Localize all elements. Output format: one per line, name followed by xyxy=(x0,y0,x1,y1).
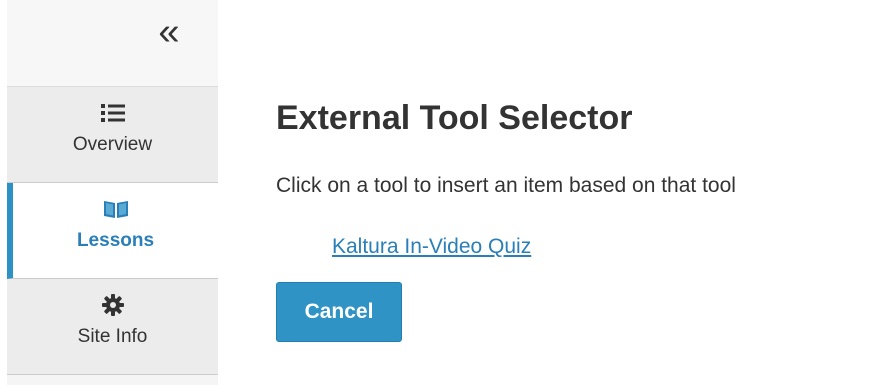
list-icon xyxy=(7,101,218,125)
instructions-text: Click on a tool to insert an item based … xyxy=(276,174,736,197)
double-chevron-left-icon: « xyxy=(158,11,180,53)
sidebar-item-lessons[interactable]: Lessons xyxy=(7,183,218,279)
page-title: External Tool Selector xyxy=(276,99,633,137)
cancel-button[interactable]: Cancel xyxy=(276,282,402,342)
sidebar-item-label: Site Info xyxy=(77,326,148,347)
sidebar: « Overview Lessons Site Info xyxy=(7,0,218,385)
sidebar-item-overview[interactable]: Overview xyxy=(7,87,218,183)
sidebar-item-label: Overview xyxy=(72,134,153,155)
collapse-sidebar-button[interactable]: « xyxy=(149,11,189,54)
tool-link-kaltura-in-video-quiz[interactable]: Kaltura In-Video Quiz xyxy=(332,235,531,259)
sidebar-item-site-info[interactable]: Site Info xyxy=(7,279,218,375)
sidebar-item-label: Lessons xyxy=(76,230,155,251)
gear-icon xyxy=(7,293,218,317)
book-icon xyxy=(13,197,218,221)
sidebar-header: « xyxy=(7,0,218,87)
